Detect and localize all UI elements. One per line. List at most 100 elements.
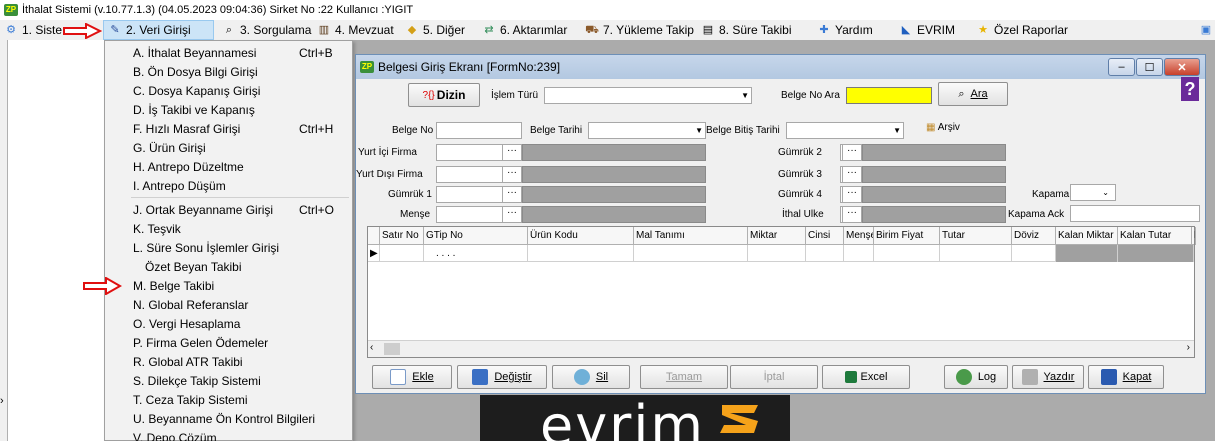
ithal-ulke-lookup-button[interactable]: ···	[842, 206, 862, 223]
menu-item-antrepo-duzeltme[interactable]: H. Antrepo Düzeltme	[105, 157, 352, 176]
menu-sure-takibi[interactable]: ▤ 8. Süre Takibi	[697, 20, 796, 40]
col-mal-tanimi[interactable]: Mal Tanımı	[634, 227, 748, 245]
col-tutar[interactable]: Tutar	[940, 227, 1012, 245]
gumruk3-lookup-button[interactable]: ···	[842, 166, 862, 183]
menu-item-hizli-masraf[interactable]: F. Hızlı Masraf Girişi Ctrl+H	[105, 119, 352, 138]
cell-tutar[interactable]	[940, 245, 1012, 262]
yurt-disi-firma-lookup-button[interactable]: ···	[502, 166, 522, 183]
menu-item-sure-sonu[interactable]: L. Süre Sonu İşlemler Girişi	[105, 238, 352, 257]
menu-item-ozet-beyan[interactable]: Özet Beyan Takibi	[105, 257, 352, 276]
cell-doviz[interactable]	[1012, 245, 1056, 262]
cell-satir-no[interactable]	[380, 245, 424, 262]
menu-yukleme-takip[interactable]: ⛟ 7. Yükleme Takip	[581, 20, 698, 40]
gumruk4-name	[862, 186, 1006, 203]
menu-item-on-dosya[interactable]: B. Ön Dosya Bilgi Girişi	[105, 62, 352, 81]
menu-item-antrepo-dusum[interactable]: I. Antrepo Düşüm	[105, 176, 352, 195]
col-cinsi[interactable]: Cinsi	[806, 227, 844, 245]
menu-item-ceza-takip[interactable]: T. Ceza Takip Sistemi	[105, 390, 352, 409]
arsiv-checkbox[interactable]: ▦ Arşiv	[926, 122, 960, 133]
col-gtip-no[interactable]: GTip No	[424, 227, 528, 245]
menu-item-global-atr[interactable]: R. Global ATR Takibi	[105, 352, 352, 371]
log-button[interactable]: Log	[944, 365, 1008, 389]
table-row[interactable]: ▶ . . . .	[368, 245, 1194, 262]
edit-icon	[472, 369, 489, 385]
kapat-button[interactable]: Kapat	[1088, 365, 1164, 389]
excel-button[interactable]: Excel	[822, 365, 910, 389]
cell-mal-tanimi[interactable]	[634, 245, 748, 262]
belge-no-input[interactable]	[436, 122, 522, 139]
menu-extra[interactable]: ▣	[1195, 20, 1215, 40]
scroll-left-icon[interactable]: ‹	[370, 342, 373, 353]
belge-no-ara-input[interactable]	[846, 87, 932, 104]
menu-diger[interactable]: ◆ 5. Diğer	[401, 20, 469, 40]
ekle-button[interactable]: Ekle	[372, 365, 452, 389]
grid-header: Satır No GTip No Ürün Kodu Mal Tanımı Mi…	[368, 227, 1196, 245]
horizontal-scrollbar[interactable]: ‹ ›	[368, 340, 1194, 357]
degistir-button[interactable]: Değiştir	[457, 365, 547, 389]
close-button[interactable]: ✕	[1164, 58, 1200, 76]
menu-item-vergi-hesaplama[interactable]: O. Vergi Hesaplama	[105, 314, 352, 333]
menu-item-global-referanslar[interactable]: N. Global Referanslar	[105, 295, 352, 314]
col-mense[interactable]: Menşe	[844, 227, 874, 245]
belge-tarihi-label: Belge Tarihi	[530, 125, 583, 136]
col-birim-fiyat[interactable]: Birim Fiyat	[874, 227, 940, 245]
cell-miktar[interactable]	[748, 245, 806, 262]
iptal-button[interactable]: İptal	[730, 365, 818, 389]
cell-birim-fiyat[interactable]	[874, 245, 940, 262]
tamam-button[interactable]: Tamam	[640, 365, 728, 389]
belge-items-grid[interactable]: Satır No GTip No Ürün Kodu Mal Tanımı Mi…	[367, 226, 1196, 358]
col-satir-no[interactable]: Satır No	[380, 227, 424, 245]
col-doviz[interactable]: Döviz	[1012, 227, 1056, 245]
yazdir-button[interactable]: Yazdır	[1012, 365, 1084, 389]
maximize-button[interactable]: ☐	[1136, 58, 1163, 76]
menu-item-dosya-kapanis[interactable]: C. Dosya Kapanış Girişi	[105, 81, 352, 100]
belge-bitis-tarihi-picker[interactable]: ▼	[786, 122, 904, 139]
belge-tarihi-picker[interactable]: ▼	[588, 122, 706, 139]
yurt-ici-firma-lookup-button[interactable]: ···	[502, 144, 522, 161]
menu-veri-girisi[interactable]: ✎ 2. Veri Girişi	[103, 20, 214, 40]
kapama-select[interactable]: ⌄	[1070, 184, 1116, 201]
menu-aktarimlar[interactable]: ⇄ 6. Aktarımlar	[478, 20, 571, 40]
menu-yardim[interactable]: ✚ Yardım	[813, 20, 877, 40]
window-icon: ▣	[1200, 23, 1212, 36]
menu-item-belge-takibi[interactable]: M. Belge Takibi	[105, 276, 352, 295]
menu-evrim[interactable]: ◣ EVRIM	[895, 20, 959, 40]
sil-button[interactable]: Sil	[552, 365, 630, 389]
menu-sistem[interactable]: ⚙ 1. Siste	[0, 20, 66, 40]
cell-mense[interactable]	[844, 245, 874, 262]
islem-turu-select[interactable]: ▼	[544, 87, 752, 104]
col-urun-kodu[interactable]: Ürün Kodu	[528, 227, 634, 245]
dizin-button[interactable]: ?{} Dizin	[408, 83, 480, 107]
help-icon[interactable]: ?	[1181, 77, 1199, 101]
cell-urun-kodu[interactable]	[528, 245, 634, 262]
minimize-button[interactable]: –	[1108, 58, 1135, 76]
col-miktar[interactable]: Miktar	[748, 227, 806, 245]
gumruk2-lookup-button[interactable]: ···	[842, 144, 862, 161]
islem-turu-label: İşlem Türü	[491, 90, 539, 101]
menu-item-depo-cozum[interactable]: V. Depo Çözüm	[105, 428, 352, 441]
col-kalan-miktar[interactable]: Kalan Miktar	[1056, 227, 1118, 245]
menu-item-firma-gelen-odemeler[interactable]: P. Firma Gelen Ödemeler	[105, 333, 352, 352]
menu-item-dilekce-takip[interactable]: S. Dilekçe Takip Sistemi	[105, 371, 352, 390]
ara-button[interactable]: ⌕ Ara	[938, 82, 1008, 106]
gumruk1-lookup-button[interactable]: ···	[502, 186, 522, 203]
menu-item-ithalat-beyannamesi[interactable]: A. İthalat Beyannamesi Ctrl+B	[105, 43, 352, 62]
scrollbar-thumb[interactable]	[384, 343, 400, 355]
mense-lookup-button[interactable]: ···	[502, 206, 522, 223]
menu-ozel-raporlar[interactable]: ★ Özel Raporlar	[972, 20, 1072, 40]
menu-sorgulama[interactable]: ⌕ 3. Sorgulama	[218, 20, 315, 40]
menu-item-tesvik[interactable]: K. Teşvik	[105, 219, 352, 238]
menu-item-urun-girisi[interactable]: G. Ürün Girişi	[105, 138, 352, 157]
menu-item-beyanname-on-kontrol[interactable]: U. Beyanname Ön Kontrol Bilgileri	[105, 409, 352, 428]
menu-mevzuat[interactable]: ▥ 4. Mevzuat	[313, 20, 398, 40]
scroll-right-icon[interactable]: ›	[1187, 342, 1190, 353]
col-kalan-tutar[interactable]: Kalan Tutar	[1118, 227, 1192, 245]
menu-item-is-takibi[interactable]: D. İş Takibi ve Kapanış	[105, 100, 352, 119]
col-k[interactable]: K	[1192, 227, 1196, 245]
expand-arrow-icon[interactable]: ›	[0, 395, 4, 407]
menu-item-ortak-beyanname[interactable]: J. Ortak Beyanname Girişi Ctrl+O	[105, 200, 352, 219]
cell-cinsi[interactable]	[806, 245, 844, 262]
gumruk4-lookup-button[interactable]: ···	[842, 186, 862, 203]
cell-gtip-no[interactable]: . . . .	[424, 245, 528, 262]
kapama-ack-input[interactable]	[1070, 205, 1200, 222]
